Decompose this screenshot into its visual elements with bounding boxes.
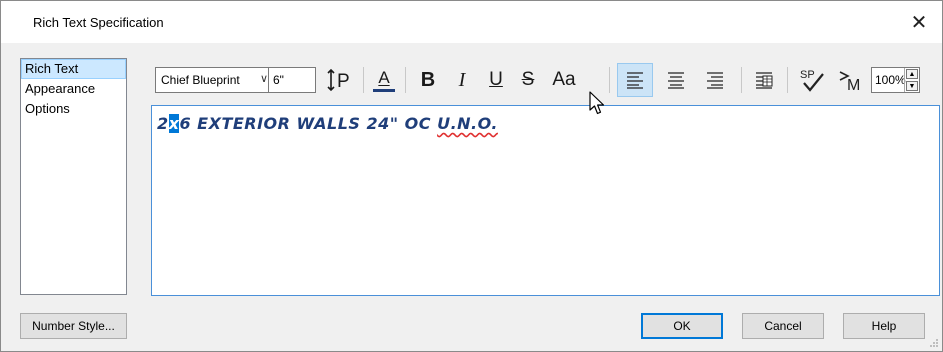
svg-text:SP: SP (800, 69, 815, 81)
rich-text-dialog: Rich Text Specification ✕ Rich Text Appe… (0, 0, 943, 352)
align-right-icon (707, 72, 723, 89)
number-style-button[interactable]: Number Style... (20, 313, 127, 339)
zoom-spinner[interactable]: ▲ ▼ (904, 68, 919, 92)
text-run: 6 EXTERIOR WALLS 24" OC (179, 114, 438, 133)
sidebar-item-rich-text[interactable]: Rich Text (21, 59, 126, 79)
bold-button[interactable]: B (413, 63, 443, 97)
toolbar-separator (405, 67, 406, 93)
resize-grip-icon[interactable] (929, 338, 939, 348)
toolbar-separator (363, 67, 364, 93)
insert-macro-button[interactable]: M (835, 63, 867, 97)
misspelled-text: U.N.O. (437, 114, 498, 133)
sidebar-item-appearance[interactable]: Appearance (21, 79, 126, 99)
insert-table-button[interactable] (749, 63, 779, 97)
close-button[interactable]: ✕ (896, 7, 942, 37)
font-family-value: Chief Blueprint (161, 73, 240, 87)
font-family-select[interactable]: Chief Blueprint ∨ (155, 67, 271, 93)
category-list[interactable]: Rich Text Appearance Options (20, 58, 127, 295)
spin-down-icon[interactable]: ▼ (906, 81, 918, 91)
align-right-button[interactable] (700, 63, 730, 97)
macro-icon: M (839, 71, 860, 94)
text-run: 2 (157, 114, 169, 133)
line-spacing-icon: P (327, 68, 350, 92)
window-title: Rich Text Specification (33, 15, 164, 30)
svg-text:P: P (337, 71, 350, 92)
align-left-button[interactable] (617, 63, 653, 97)
rich-text-editor[interactable]: 2x6 EXTERIOR WALLS 24" OC U.N.O. (151, 105, 940, 296)
toolbar-separator (741, 67, 742, 93)
align-center-icon (668, 72, 684, 89)
toolbar-separator (787, 67, 788, 93)
text-color-icon: A (378, 68, 390, 87)
italic-button[interactable]: I (447, 63, 477, 97)
align-center-button[interactable] (661, 63, 691, 97)
spin-up-icon[interactable]: ▲ (906, 69, 918, 79)
underline-button[interactable]: U (481, 63, 511, 97)
toolbar-separator (609, 67, 610, 93)
formatting-toolbar: Chief Blueprint ∨ 6" P A B I U S Aa SP M… (151, 58, 941, 102)
spell-check-icon: SP (800, 69, 824, 92)
ok-button[interactable]: OK (641, 313, 723, 339)
close-icon: ✕ (910, 11, 928, 34)
line-spacing-button[interactable]: P (323, 63, 357, 97)
chevron-down-icon: ∨ (259, 73, 268, 85)
sidebar-item-options[interactable]: Options (21, 99, 126, 119)
mouse-pointer-icon (589, 91, 605, 115)
font-size-input[interactable]: 6" (268, 67, 316, 93)
editor-content[interactable]: 2x6 EXTERIOR WALLS 24" OC U.N.O. (157, 114, 498, 133)
svg-text:M: M (847, 77, 860, 94)
selected-text: x (168, 114, 180, 133)
cancel-button[interactable]: Cancel (742, 313, 824, 339)
text-color-button[interactable]: A (369, 63, 399, 97)
change-case-button[interactable]: Aa (546, 63, 582, 97)
help-button[interactable]: Help (843, 313, 925, 339)
title-bar: Rich Text Specification ✕ (1, 1, 942, 43)
align-left-icon (627, 72, 643, 89)
table-icon (756, 72, 773, 89)
spell-check-button[interactable]: SP (795, 63, 829, 97)
strikethrough-button[interactable]: S (513, 63, 543, 97)
